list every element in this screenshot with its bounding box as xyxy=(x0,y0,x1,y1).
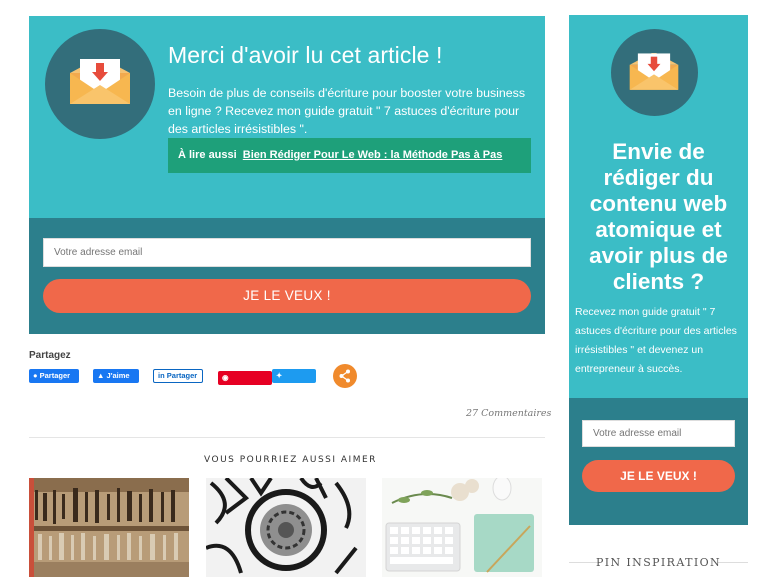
envelope-download-icon xyxy=(70,59,130,104)
optin-form: JE LE VEUX ! xyxy=(29,218,545,334)
optin-top: Merci d'avoir lu cet article ! Besoin de… xyxy=(29,16,545,218)
linkedin-icon: in xyxy=(158,371,165,380)
related-posts-title: VOUS POURRIEZ AUSSI AIMER xyxy=(204,455,377,465)
twitter-icon: ✦ xyxy=(276,371,283,380)
envelope-icon xyxy=(45,29,155,139)
sidebar-optin-title: Envie de rédiger du contenu web atomique… xyxy=(589,139,728,294)
read-also-label: À lire aussi xyxy=(178,149,237,161)
related-post-thumbnail[interactable] xyxy=(206,478,366,577)
sidebar-subscribe-button[interactable]: JE LE VEUX ! xyxy=(582,460,735,492)
share-more-button[interactable] xyxy=(333,364,357,388)
read-also-link[interactable]: Bien Rédiger Pour Le Web : la Méthode Pa… xyxy=(243,149,503,161)
facebook-like-button[interactable]: ▲ J'aime xyxy=(93,369,139,383)
desk-image xyxy=(382,478,542,577)
sidebar-optin-description: Recevez mon guide gratuit " 7 astuces d'… xyxy=(575,306,737,375)
facebook-share-label: Partager xyxy=(39,371,71,380)
thumbs-up-icon: ▲ xyxy=(97,371,105,380)
linkedin-share-label: Partager xyxy=(166,371,198,380)
comments-count[interactable]: 27 Commentaires xyxy=(466,408,551,419)
pinterest-label: Enregistrer xyxy=(222,387,263,396)
email-field[interactable] xyxy=(43,238,531,267)
typography-art-image xyxy=(206,478,366,577)
linkedin-share-button[interactable]: in Partager xyxy=(153,369,203,383)
envelope-icon xyxy=(611,29,698,116)
like-label: J'aime xyxy=(106,371,130,380)
tweet-label: Tweeter xyxy=(276,385,304,394)
sidebar-optin-form: JE LE VEUX ! xyxy=(569,398,748,525)
subscribe-button[interactable]: JE LE VEUX ! xyxy=(43,279,531,313)
optin-title: Merci d'avoir lu cet article ! xyxy=(168,42,443,68)
sidebar-email-field[interactable] xyxy=(582,420,735,447)
read-also-box: À lire aussi Bien Rédiger Pour Le Web : … xyxy=(168,138,531,173)
share-icon xyxy=(339,369,350,383)
divider xyxy=(29,437,545,438)
envelope-download-icon xyxy=(629,53,679,90)
tools-image xyxy=(29,478,189,577)
optin-description: Besoin de plus de conseils d'écriture po… xyxy=(168,86,526,136)
pinterest-save-button[interactable]: ◉ Enregistrer xyxy=(218,371,272,396)
sidebar-optin: Envie de rédiger du contenu web atomique… xyxy=(569,15,748,525)
pinterest-icon: ◉ xyxy=(222,373,229,382)
pin-inspiration-title: PIN INSPIRATION xyxy=(595,556,722,569)
related-post-thumbnail[interactable] xyxy=(382,478,542,577)
facebook-icon: ● xyxy=(33,371,38,380)
twitter-tweet-button[interactable]: ✦ Tweeter xyxy=(272,369,316,394)
share-title: Partagez xyxy=(29,350,71,361)
facebook-share-button[interactable]: ● Partager xyxy=(29,369,79,383)
optin-box: Merci d'avoir lu cet article ! Besoin de… xyxy=(29,16,545,334)
related-post-thumbnail[interactable] xyxy=(29,478,189,577)
